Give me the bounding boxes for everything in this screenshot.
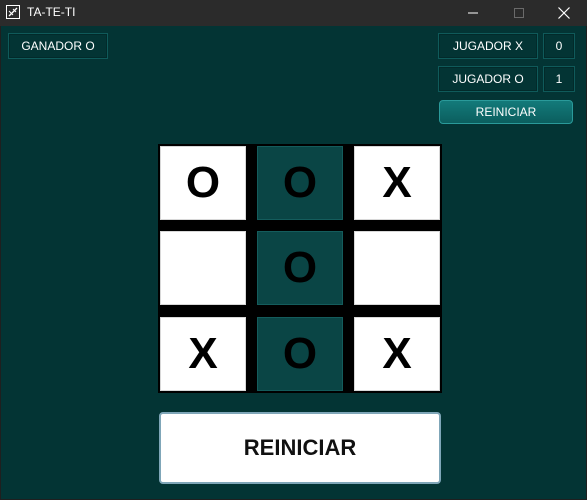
player-x-label: JUGADOR X bbox=[438, 33, 538, 59]
board-cell-9[interactable]: X bbox=[354, 317, 440, 391]
board-cell-3[interactable]: X bbox=[354, 146, 440, 220]
close-button[interactable] bbox=[541, 0, 587, 26]
board-cell-1[interactable]: O bbox=[160, 146, 246, 220]
board-cell-2[interactable]: O bbox=[257, 146, 343, 220]
winner-label: GANADOR O bbox=[8, 33, 108, 59]
game-board: O O X O X O X bbox=[158, 144, 442, 393]
player-o-score: 1 bbox=[543, 66, 575, 92]
title-bar: TA-TE-TI bbox=[0, 0, 587, 26]
board-cell-4[interactable] bbox=[160, 231, 246, 305]
reset-button-small[interactable]: REINICIAR bbox=[439, 100, 573, 124]
maximize-icon bbox=[514, 8, 524, 18]
player-o-label: JUGADOR O bbox=[438, 66, 538, 92]
window-title: TA-TE-TI bbox=[27, 5, 76, 19]
board-cell-8[interactable]: O bbox=[257, 317, 343, 391]
close-icon bbox=[558, 7, 570, 19]
app-window: TA-TE-TI GANADOR O JUGADOR X 0 JUGADOR O… bbox=[0, 0, 587, 500]
board-cell-5[interactable]: O bbox=[257, 231, 343, 305]
minimize-icon bbox=[468, 12, 478, 14]
maximize-button[interactable] bbox=[496, 0, 542, 26]
player-x-score: 0 bbox=[543, 33, 575, 59]
tic-tac-toe-icon bbox=[6, 5, 20, 19]
board-cell-7[interactable]: X bbox=[160, 317, 246, 391]
reset-button-large[interactable]: REINICIAR bbox=[159, 412, 441, 484]
board-cell-6[interactable] bbox=[354, 231, 440, 305]
game-panel: GANADOR O JUGADOR X 0 JUGADOR O 1 REINIC… bbox=[1, 26, 586, 499]
minimize-button[interactable] bbox=[450, 0, 496, 26]
